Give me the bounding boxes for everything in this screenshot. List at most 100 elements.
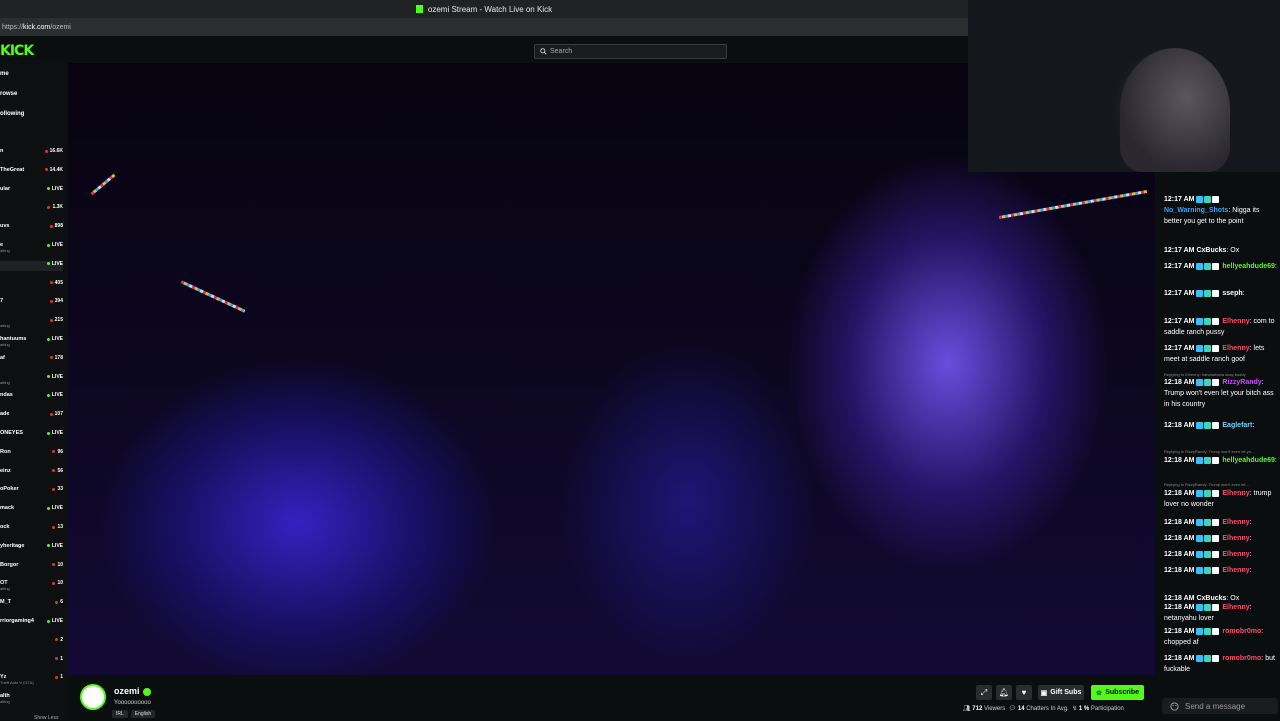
sidebar-channel[interactable]: af 178 <box>0 355 63 365</box>
chat-username[interactable]: Elhenny <box>1222 490 1249 497</box>
sidebar-channel[interactable]: ular LIVE <box>0 186 63 196</box>
chat-username[interactable]: hellyeahdude69 <box>1222 457 1275 464</box>
sidebar-channel[interactable]: 2 <box>0 637 63 647</box>
sidebar-channel[interactable]: hantuums atting LIVE <box>0 336 63 347</box>
live-dot-icon <box>47 205 51 209</box>
chat-message[interactable]: 12:18 AM Elhenny: <box>1164 517 1278 528</box>
chat-username[interactable]: romobr0mo <box>1222 655 1261 662</box>
chat-message[interactable]: 12:18 AM romobr0mo: chopped af <box>1164 626 1278 648</box>
chat-message[interactable]: 12:18 AM Elhenny: <box>1164 533 1278 544</box>
sidebar-channel[interactable]: alth atting <box>0 693 63 705</box>
chat-username[interactable]: hellyeahdude69 <box>1222 263 1275 270</box>
subscribe-button[interactable]: ☆ Subscribe <box>1091 685 1144 700</box>
chat-username[interactable]: Elhenny <box>1222 519 1249 526</box>
gift-subs-button[interactable]: ▣ Gift Subs <box>1038 685 1084 700</box>
chat-message[interactable]: 12:17 AM Elhenny: lets meet at saddle ra… <box>1164 343 1278 365</box>
heart-icon[interactable]: ♥ <box>1016 685 1032 700</box>
sidebar-channel[interactable]: 1.3K <box>0 204 63 214</box>
nav-browse[interactable]: rowse <box>0 91 17 97</box>
sidebar-channel[interactable]: ndas LIVE <box>0 392 63 402</box>
tag-irl[interactable]: IRL <box>112 710 128 718</box>
sidebar-channel[interactable]: 1 <box>0 656 63 666</box>
kick-logo[interactable]: KICK <box>0 43 34 59</box>
sidebar-channel[interactable]: 7 394 <box>0 298 63 308</box>
chat-badge-icon <box>1204 518 1212 526</box>
sidebar-channel[interactable]: Borgor 10 <box>0 562 63 572</box>
string-lights <box>998 189 1148 220</box>
sidebar-channel[interactable]: e atting LIVE <box>0 242 63 253</box>
chat-username[interactable]: No_Warning_Shots <box>1164 207 1228 214</box>
chat-text: Ox <box>1230 247 1240 254</box>
chat-badge-icon <box>1196 456 1204 464</box>
chat-badge-icon <box>1212 344 1220 352</box>
chat-input[interactable]: Send a message <box>1162 698 1278 714</box>
chat-username[interactable]: Eaglefart <box>1222 422 1252 429</box>
show-less-link[interactable]: Show Less <box>34 715 58 721</box>
chat-username[interactable]: Elhenny <box>1222 604 1249 611</box>
sidebar-channel[interactable]: ade 107 <box>0 411 63 421</box>
sidebar-channel[interactable]: ock 13 <box>0 524 63 534</box>
chat-reply-context[interactable]: Replying to Elhenny: hahahahaha okay bud… <box>1164 372 1246 377</box>
tag-english[interactable]: English <box>130 710 156 718</box>
sidebar-channel[interactable]: atting 215 <box>0 317 63 328</box>
chat-username[interactable]: CxBucks <box>1196 247 1226 254</box>
chat-username[interactable]: Elhenny <box>1222 535 1249 542</box>
channel-name: ular <box>0 185 11 192</box>
sidebar-channel[interactable]: mack LIVE <box>0 505 63 515</box>
chatters-count: 14 <box>1017 706 1025 712</box>
chat-message[interactable]: 12:18 AM Elhenny: netanyahu lover <box>1164 602 1278 624</box>
channel-category: atting <box>0 699 10 705</box>
sidebar-channel[interactable]: 405 <box>0 280 63 290</box>
chat-message[interactable]: 12:17 AM sseph: <box>1164 288 1278 299</box>
chat-message[interactable]: 12:18 AM Elhenny: <box>1164 565 1278 576</box>
share-icon[interactable]: ⤢ <box>976 685 992 700</box>
chat-message[interactable]: 12:18 AM hellyeahdude69: <box>1164 455 1278 466</box>
chat-message[interactable]: 12:17 AM Elhenny: com to saddle ranch pu… <box>1164 316 1278 338</box>
chat-reply-context[interactable]: Replying to RizzyRandy: Trump won't even… <box>1164 449 1254 454</box>
chat-badge-icon <box>1212 456 1220 464</box>
chat-message[interactable]: 12:17 AM No_Warning_Shots: Nigga its bet… <box>1164 194 1278 227</box>
sidebar-channel[interactable]: oPoker 33 <box>0 486 63 496</box>
chat-username[interactable]: Elhenny <box>1222 567 1249 574</box>
chat-username[interactable]: Elhenny <box>1222 551 1249 558</box>
chat-username[interactable]: sseph <box>1222 290 1242 297</box>
sidebar-channel[interactable]: yheritage LIVE <box>0 543 63 553</box>
chat-username[interactable]: romobr0mo <box>1222 628 1261 635</box>
chat-message[interactable]: 12:18 AM Elhenny: <box>1164 549 1278 560</box>
chat-badge-icon <box>1204 195 1212 203</box>
channel-viewer-count: LIVE <box>46 392 63 398</box>
chat-username[interactable]: Elhenny <box>1222 318 1249 325</box>
chat-message[interactable]: 12:17 AM hellyeahdude69: <box>1164 261 1278 272</box>
search-input[interactable]: Search <box>534 44 727 59</box>
bell-icon[interactable]: 🔔︎ <box>996 685 1012 700</box>
chat-message[interactable]: 12:17 AM CxBucks: Ox <box>1164 245 1278 256</box>
chat-reply-context[interactable]: Replying to RizzyRandy: Trump won't even… <box>1164 482 1249 487</box>
chat-username[interactable]: RizzyRandy <box>1222 379 1261 386</box>
sidebar-channel[interactable]: TheGreat 14.4K <box>0 167 63 177</box>
chat-timestamp: 12:18 AM <box>1164 379 1195 386</box>
streamer-name[interactable]: ozemi <box>114 686 151 696</box>
address-bar[interactable]: https://kick.com/ozemi <box>0 18 968 36</box>
sidebar-channel[interactable]: atting LIVE <box>0 374 63 385</box>
chat-username[interactable]: Elhenny <box>1222 345 1249 352</box>
chat-username[interactable]: CxBucks <box>1196 595 1226 602</box>
streamer-avatar[interactable] <box>80 684 106 710</box>
nav-home[interactable]: me <box>0 71 9 77</box>
chat-message[interactable]: 12:18 AM Eaglefart: <box>1164 420 1278 431</box>
sidebar-channel[interactable]: Yz Theft Auto V (GTA) 1 <box>0 674 63 685</box>
sidebar-channel[interactable]: uvs 898 <box>0 223 63 233</box>
sidebar-channel[interactable]: rriorgaming4 LIVE <box>0 618 63 628</box>
sidebar-channel[interactable]: einz 56 <box>0 468 63 478</box>
sidebar-channel[interactable]: M_T 6 <box>0 599 63 609</box>
chat-message[interactable]: 12:18 AM Elhenny: trump lover no wonder <box>1164 488 1278 510</box>
nav-following[interactable]: ollowing <box>0 111 24 117</box>
emoji-icon[interactable] <box>1170 701 1179 711</box>
chat-message[interactable]: 12:18 AM RizzyRandy: Trump won't even le… <box>1164 377 1278 410</box>
chat-input-placeholder: Send a message <box>1185 701 1246 711</box>
sidebar-channel[interactable]: Ron 96 <box>0 449 63 459</box>
sidebar-channel[interactable]: n 16.6K <box>0 148 63 158</box>
chat-message[interactable]: 12:18 AM romobr0mo: but fuckable <box>1164 653 1278 675</box>
sidebar-channel[interactable]: ONEYES LIVE <box>0 430 63 440</box>
sidebar-channel[interactable]: OT atting 10 <box>0 580 63 591</box>
sidebar-channel[interactable]: LIVE <box>0 260 63 271</box>
